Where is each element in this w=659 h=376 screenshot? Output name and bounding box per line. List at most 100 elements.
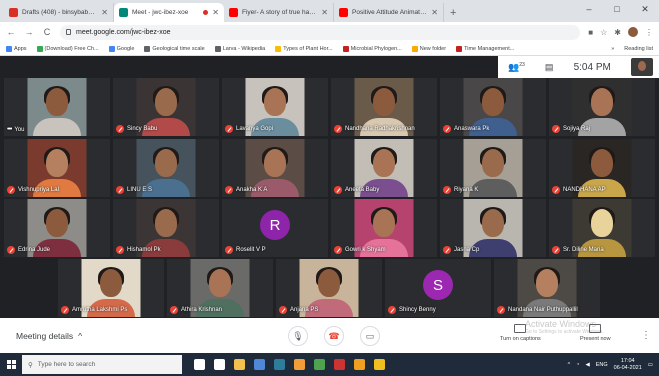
participant-face: [591, 88, 613, 117]
participant-tile[interactable]: Lavanya Gopi: [222, 78, 328, 136]
participant-tile[interactable]: ••• You: [4, 78, 110, 136]
participant-tile[interactable]: LINU E S: [113, 139, 219, 197]
participant-tile[interactable]: Sincy Babu: [113, 78, 219, 136]
camera-icon[interactable]: ■: [588, 28, 593, 37]
participant-tile[interactable]: Anakha K A: [222, 139, 328, 197]
participant-tile[interactable]: Sojiya Raj: [549, 78, 655, 136]
participant-name: Gowri k Shyam: [345, 247, 386, 253]
participant-tile[interactable]: Vishnupriya Lal: [4, 139, 110, 197]
menu-icon[interactable]: ⋮: [645, 28, 653, 37]
participant-label: Gowri k Shyam: [334, 246, 386, 254]
browser-tab[interactable]: Drafts (408) - binsybabymanoh ✕: [4, 3, 114, 22]
camera-button[interactable]: ▭: [360, 326, 380, 346]
profile-avatar[interactable]: [628, 27, 638, 37]
back-button[interactable]: ←: [6, 27, 16, 37]
browser-tab[interactable]: Positive Attitude Animation - Yo✕: [334, 3, 444, 22]
meeting-details-button[interactable]: Meeting details ^: [16, 331, 82, 341]
participant-name: Hishamol Pk: [127, 247, 161, 253]
taskbar-app-icon[interactable]: [374, 359, 385, 370]
bookmark-google[interactable]: Google: [108, 45, 134, 52]
minimize-button[interactable]: –: [575, 0, 603, 18]
notifications-icon[interactable]: ▭: [648, 362, 653, 368]
close-window-button[interactable]: ✕: [631, 0, 659, 18]
taskbar-search[interactable]: ⚲ Type here to search: [22, 355, 182, 374]
star-icon[interactable]: ☆: [600, 28, 607, 37]
participant-tile[interactable]: Amrutha Lakshmi Ps: [58, 259, 164, 317]
participant-tile[interactable]: Nandana Nair Puthuppallil: [494, 259, 600, 317]
bookmark-types-of-plant-hor[interactable]: Types of Plant Hor...: [275, 45, 333, 52]
present-icon: [589, 324, 602, 333]
taskbar-app-icon[interactable]: [234, 359, 245, 370]
mic-off-icon: [225, 246, 233, 254]
taskbar-app-icon[interactable]: [314, 359, 325, 370]
close-tab-icon[interactable]: ✕: [101, 8, 108, 17]
bookmark-time-management[interactable]: Time Management...: [456, 45, 514, 52]
address-bar[interactable]: meet.google.com/jwc-ibez-xoe: [60, 24, 581, 40]
participant-label: Shincy Benny: [388, 306, 436, 314]
reload-button[interactable]: C: [42, 27, 52, 37]
bookmark-microbial-phylogen[interactable]: Microbial Phylogen...: [342, 45, 402, 52]
participant-tile[interactable]: Aneeta Baby: [331, 139, 437, 197]
people-icon[interactable]: 👥23: [508, 62, 525, 73]
participant-face: [209, 269, 231, 298]
participant-label: Nandhana Radhakrishnan: [334, 125, 415, 133]
taskbar-app-icon[interactable]: [334, 359, 345, 370]
tab-title: Drafts (408) - binsybabymanoh: [22, 9, 97, 16]
participant-tile[interactable]: Edrina Jude: [4, 199, 110, 257]
bookmark-apps[interactable]: Apps: [6, 45, 27, 52]
mic-off-icon: [497, 306, 505, 314]
bookmark-download-free-ch[interactable]: (Download) Free Ch...: [36, 45, 99, 52]
participant-avatar: S: [423, 270, 453, 300]
window-controls: – □ ✕: [575, 0, 659, 18]
start-button[interactable]: [0, 353, 22, 376]
bookmark-icon: [275, 45, 282, 52]
participant-tile[interactable]: Athira Krishnan: [167, 259, 273, 317]
maximize-button[interactable]: □: [603, 0, 631, 18]
network-icon[interactable]: ◔: [576, 362, 579, 368]
taskbar-app-icon[interactable]: [354, 359, 365, 370]
more-options-icon[interactable]: ⋮: [641, 330, 651, 341]
tray-chevron-icon[interactable]: ^: [568, 362, 571, 368]
close-tab-icon[interactable]: ✕: [212, 8, 219, 17]
forward-button[interactable]: →: [24, 27, 34, 37]
taskbar-app-icon[interactable]: [194, 359, 205, 370]
participant-tile[interactable]: Jasna Cp: [440, 199, 546, 257]
new-tab-button[interactable]: +: [444, 7, 462, 22]
close-tab-icon[interactable]: ✕: [321, 8, 328, 17]
participant-tile[interactable]: Riyana K: [440, 139, 546, 197]
participant-tile[interactable]: S Shincy Benny: [385, 259, 491, 317]
captions-button[interactable]: Turn on captions: [500, 324, 541, 342]
taskbar-clock[interactable]: 17:04 06-04-2021: [614, 358, 642, 372]
close-tab-icon[interactable]: ✕: [431, 8, 438, 17]
participant-tile[interactable]: Hishamol Pk: [113, 199, 219, 257]
browser-tab[interactable]: Meet - jwc-ibez-xoe ✕: [114, 3, 224, 22]
participant-tile[interactable]: Sr. Diline Maria: [549, 199, 655, 257]
reading-list-button[interactable]: Reading list: [624, 46, 653, 52]
taskbar-app-icon[interactable]: [254, 359, 265, 370]
language-indicator[interactable]: ENG: [596, 362, 608, 368]
taskbar-app-icon[interactable]: [214, 359, 225, 370]
chat-icon[interactable]: ▤: [545, 62, 554, 73]
taskbar-app-icon[interactable]: [294, 359, 305, 370]
mic-off-icon: [170, 306, 178, 314]
bookmark-new-folder[interactable]: New folder: [411, 45, 446, 52]
bookmark-geological-time-scale[interactable]: Geological time scale: [144, 45, 205, 52]
participant-tile[interactable]: Anjana PS: [276, 259, 382, 317]
participant-tile[interactable]: Anaswara Pk: [440, 78, 546, 136]
extensions-icon[interactable]: ✱: [614, 28, 621, 37]
participant-tile[interactable]: NANDHANA AP: [549, 139, 655, 197]
present-now-button[interactable]: Present now: [580, 324, 611, 342]
volume-icon[interactable]: ◀: [586, 362, 590, 368]
tab-favicon-icon: [339, 8, 348, 17]
participant-tile[interactable]: Gowri k Shyam: [331, 199, 437, 257]
browser-tab[interactable]: Fiyer- A story of true happiness ✕: [224, 3, 334, 22]
more-bookmarks-button[interactable]: »: [611, 46, 614, 52]
more-options-icon[interactable]: •••: [7, 126, 12, 133]
participant-tile[interactable]: R Roselit V P: [222, 199, 328, 257]
mic-button[interactable]: 🎙: [288, 326, 308, 346]
leave-call-button[interactable]: ☎: [324, 326, 344, 346]
bookmark-larva-wikipedia[interactable]: Larva - Wikipedia: [214, 45, 265, 52]
taskbar-app-icon[interactable]: [274, 359, 285, 370]
participant-tile[interactable]: Nandhana Radhakrishnan: [331, 78, 437, 136]
participant-label: Athira Krishnan: [170, 306, 222, 314]
